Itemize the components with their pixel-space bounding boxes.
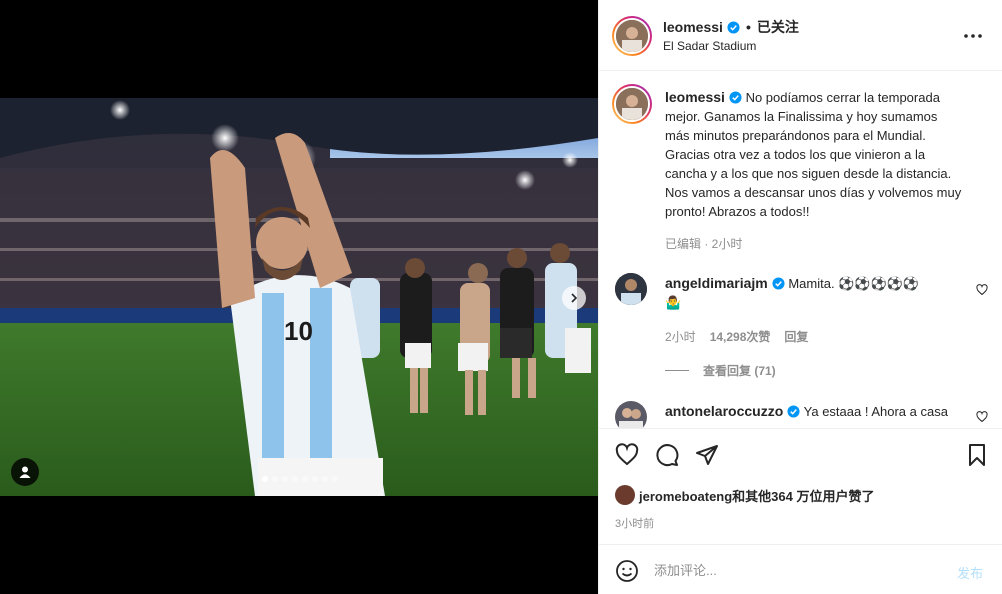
liker-avatar xyxy=(615,485,635,505)
carousel-dot xyxy=(272,476,278,482)
comment-item: angeldimariajm Mamita. ⚽⚽⚽⚽⚽ 🤷‍♂ xyxy=(665,274,965,312)
post-comment-button[interactable]: 发布 xyxy=(957,563,983,582)
post-details-panel: leomessi • 已关注 El Sadar Stadium leomessi… xyxy=(598,0,1002,594)
comment-avatar[interactable] xyxy=(615,273,647,305)
likes-summary[interactable]: jeromeboateng和其他364 万位用户赞了 xyxy=(615,485,875,505)
post-photo: 10 xyxy=(0,98,598,496)
likes-text: jeromeboateng和其他364 万位用户赞了 xyxy=(639,488,875,504)
caption-author-avatar[interactable] xyxy=(612,84,652,124)
carousel-indicator xyxy=(262,476,338,482)
post-caption: leomessi No podíamos cerrar la temporada… xyxy=(665,88,965,221)
carousel-dot xyxy=(282,476,288,482)
comment-like-button[interactable] xyxy=(976,410,988,428)
carousel-dot xyxy=(312,476,318,482)
caption-body: No podíamos cerrar la temporada mejor. G… xyxy=(665,90,962,219)
author-avatar[interactable] xyxy=(612,16,652,56)
more-options-button[interactable] xyxy=(963,26,983,51)
author-username[interactable]: leomessi xyxy=(663,19,723,35)
send-icon xyxy=(696,445,718,465)
svg-text:10: 10 xyxy=(284,316,313,346)
save-button[interactable] xyxy=(965,443,989,472)
separator-dot: • xyxy=(745,19,751,35)
user-icon xyxy=(19,466,31,478)
carousel-next-button[interactable] xyxy=(562,286,586,310)
comment-reply-button[interactable]: 回复 xyxy=(784,328,808,345)
verified-badge-icon xyxy=(772,277,785,290)
comment-meta: 2小时 14,298次赞 回复 xyxy=(665,328,808,345)
comment-input[interactable] xyxy=(654,559,944,581)
verified-badge-icon xyxy=(727,20,740,34)
comment-avatar[interactable] xyxy=(615,401,647,428)
comment-likes[interactable]: 14,298次赞 xyxy=(710,328,771,345)
post-media-panel: 10 xyxy=(0,0,598,594)
view-replies-button[interactable]: 查看回复 (71) xyxy=(665,362,776,379)
comment-body-emoji: 🤷‍♂ xyxy=(665,295,682,310)
post-location[interactable]: El Sadar Stadium xyxy=(663,39,756,53)
verified-badge-icon xyxy=(729,91,742,104)
comment-like-button[interactable] xyxy=(976,283,988,301)
post-header: leomessi • 已关注 El Sadar Stadium xyxy=(599,0,1002,71)
tagged-users-button[interactable] xyxy=(11,458,39,486)
following-button[interactable]: 已关注 xyxy=(757,17,799,37)
heart-icon xyxy=(615,443,639,466)
comment-body: Ya estaaa ! Ahora a casa xyxy=(803,404,948,419)
comment-body: Mamita. ⚽⚽⚽⚽⚽ xyxy=(788,276,920,291)
carousel-dot xyxy=(292,476,298,482)
replies-divider xyxy=(665,370,689,371)
emoji-button[interactable] xyxy=(615,559,639,588)
more-horizontal-icon xyxy=(964,34,982,38)
view-replies-label: 查看回复 (71) xyxy=(703,364,776,378)
comment-time: 2小时 xyxy=(665,330,696,344)
comments-list[interactable]: leomessi No podíamos cerrar la temporada… xyxy=(599,72,1002,428)
bookmark-icon xyxy=(969,444,985,466)
verified-badge-icon xyxy=(787,405,800,418)
caption-username[interactable]: leomessi xyxy=(665,89,725,105)
smiley-icon xyxy=(616,560,638,582)
post-timestamp[interactable]: 3小时前 xyxy=(615,515,654,531)
comment-icon xyxy=(656,444,679,467)
carousel-dot xyxy=(302,476,308,482)
carousel-dot xyxy=(262,476,268,482)
add-comment-bar: 发布 xyxy=(599,544,1002,594)
comment-item: antonelaroccuzzo Ya estaaa ! Ahora a cas… xyxy=(665,402,965,421)
comment-username[interactable]: angeldimariajm xyxy=(665,275,768,291)
comment-username[interactable]: antonelaroccuzzo xyxy=(665,403,783,419)
heart-icon xyxy=(976,284,988,296)
like-button[interactable] xyxy=(615,443,639,472)
chevron-right-icon xyxy=(571,293,578,303)
caption-meta: 已编辑 · 2小时 xyxy=(665,237,743,251)
heart-icon xyxy=(976,411,988,423)
carousel-dot xyxy=(332,476,338,482)
comment-button[interactable] xyxy=(655,443,679,472)
share-button[interactable] xyxy=(695,443,719,472)
post-actions: jeromeboateng和其他364 万位用户赞了 3小时前 xyxy=(599,428,1002,544)
carousel-dot xyxy=(322,476,328,482)
